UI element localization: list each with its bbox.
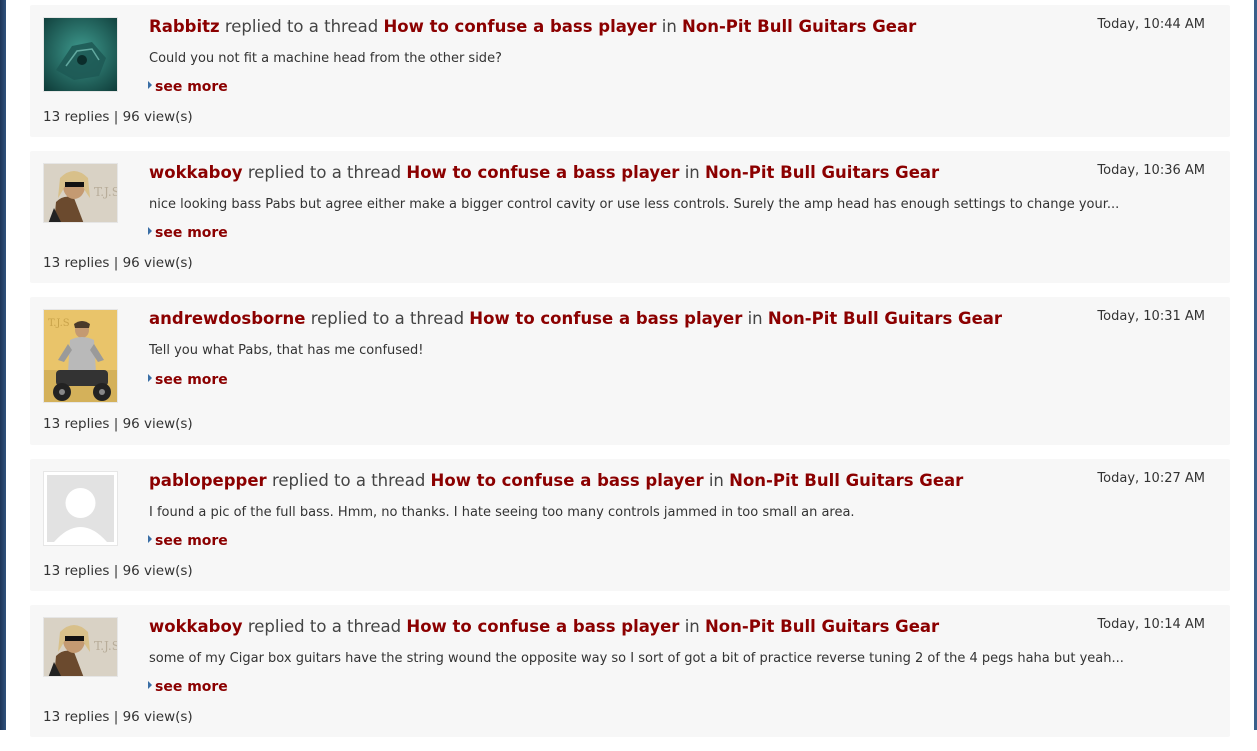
forum-link[interactable]: Non-Pit Bull Guitars Gear	[768, 309, 1002, 328]
timestamp: Today, 10:27 AM	[1097, 471, 1205, 486]
svg-text:T.J.S: T.J.S	[48, 318, 70, 329]
in-text: in	[708, 471, 724, 490]
action-text: replied to a thread	[247, 617, 402, 636]
post-snippet: some of my Cigar box guitars have the st…	[149, 651, 1124, 666]
man-on-motorbike-avatar[interactable]: T.J.S	[43, 309, 118, 403]
thread-link[interactable]: How to confuse a bass player	[469, 309, 742, 328]
activity-headline: pablopepper replied to a thread How to c…	[149, 471, 963, 490]
username-link[interactable]: Rabbitz	[149, 17, 220, 36]
forum-link[interactable]: Non-Pit Bull Guitars Gear	[682, 17, 916, 36]
bullet-arrow-icon	[148, 227, 152, 235]
see-more-link[interactable]: see more	[148, 372, 228, 388]
post-snippet: Could you not fit a machine head from th…	[149, 51, 502, 66]
underwater-wreck-avatar[interactable]	[43, 17, 118, 92]
bullet-arrow-icon	[148, 374, 152, 382]
svg-text:T.J.S: T.J.S	[94, 185, 118, 199]
man-with-sunglasses-avatar[interactable]: T.J.S	[43, 617, 118, 677]
in-text: in	[747, 309, 763, 328]
see-more-link[interactable]: see more	[148, 79, 228, 95]
see-more-link[interactable]: see more	[148, 679, 228, 695]
activity-headline: andrewdosborne replied to a thread How t…	[149, 309, 1002, 328]
in-text: in	[684, 163, 700, 182]
see-more-link[interactable]: see more	[148, 533, 228, 549]
forum-link[interactable]: Non-Pit Bull Guitars Gear	[729, 471, 963, 490]
timestamp: Today, 10:14 AM	[1097, 617, 1205, 632]
see-more-link[interactable]: see more	[148, 225, 228, 241]
thread-stats: 13 replies | 96 view(s)	[43, 709, 193, 725]
thread-stats: 13 replies | 96 view(s)	[43, 416, 193, 432]
thread-link[interactable]: How to confuse a bass player	[406, 617, 679, 636]
thread-stats: 13 replies | 96 view(s)	[43, 109, 193, 125]
window-left-border	[0, 0, 6, 730]
thread-link[interactable]: How to confuse a bass player	[406, 163, 679, 182]
timestamp: Today, 10:44 AM	[1097, 17, 1205, 32]
in-text: in	[684, 617, 700, 636]
thread-link[interactable]: How to confuse a bass player	[383, 17, 656, 36]
post-snippet: nice looking bass Pabs but agree either …	[149, 197, 1120, 212]
in-text: in	[661, 17, 677, 36]
action-text: replied to a thread	[271, 471, 426, 490]
action-text: replied to a thread	[224, 17, 379, 36]
man-with-sunglasses-avatar[interactable]: T.J.S	[43, 163, 118, 223]
bullet-arrow-icon	[148, 681, 152, 689]
username-link[interactable]: andrewdosborne	[149, 309, 305, 328]
activity-item: T.J.S wokkaboy replied to a thread How t…	[30, 605, 1230, 737]
thread-stats: 13 replies | 96 view(s)	[43, 563, 193, 579]
svg-text:T.J.S: T.J.S	[94, 639, 118, 653]
default-user-avatar[interactable]	[43, 471, 118, 546]
username-link[interactable]: pablopepper	[149, 471, 267, 490]
forum-link[interactable]: Non-Pit Bull Guitars Gear	[705, 163, 939, 182]
username-link[interactable]: wokkaboy	[149, 163, 243, 182]
activity-item: Rabbitz replied to a thread How to confu…	[30, 5, 1230, 137]
post-snippet: I found a pic of the full bass. Hmm, no …	[149, 505, 855, 520]
action-text: replied to a thread	[247, 163, 402, 182]
activity-headline: Rabbitz replied to a thread How to confu…	[149, 17, 916, 36]
post-snippet: Tell you what Pabs, that has me confused…	[149, 343, 424, 358]
activity-headline: wokkaboy replied to a thread How to conf…	[149, 617, 939, 636]
username-link[interactable]: wokkaboy	[149, 617, 243, 636]
timestamp: Today, 10:31 AM	[1097, 309, 1205, 324]
activity-headline: wokkaboy replied to a thread How to conf…	[149, 163, 939, 182]
bullet-arrow-icon	[148, 81, 152, 89]
activity-item: T.J.S andrewdosborne replied to a thread…	[30, 297, 1230, 445]
bullet-arrow-icon	[148, 535, 152, 543]
thread-link[interactable]: How to confuse a bass player	[431, 471, 704, 490]
thread-stats: 13 replies | 96 view(s)	[43, 255, 193, 271]
action-text: replied to a thread	[310, 309, 465, 328]
activity-item: pablopepper replied to a thread How to c…	[30, 459, 1230, 591]
activity-stream: Rabbitz replied to a thread How to confu…	[30, 0, 1230, 751]
activity-item: T.J.S wokkaboy replied to a thread How t…	[30, 151, 1230, 283]
timestamp: Today, 10:36 AM	[1097, 163, 1205, 178]
forum-link[interactable]: Non-Pit Bull Guitars Gear	[705, 617, 939, 636]
